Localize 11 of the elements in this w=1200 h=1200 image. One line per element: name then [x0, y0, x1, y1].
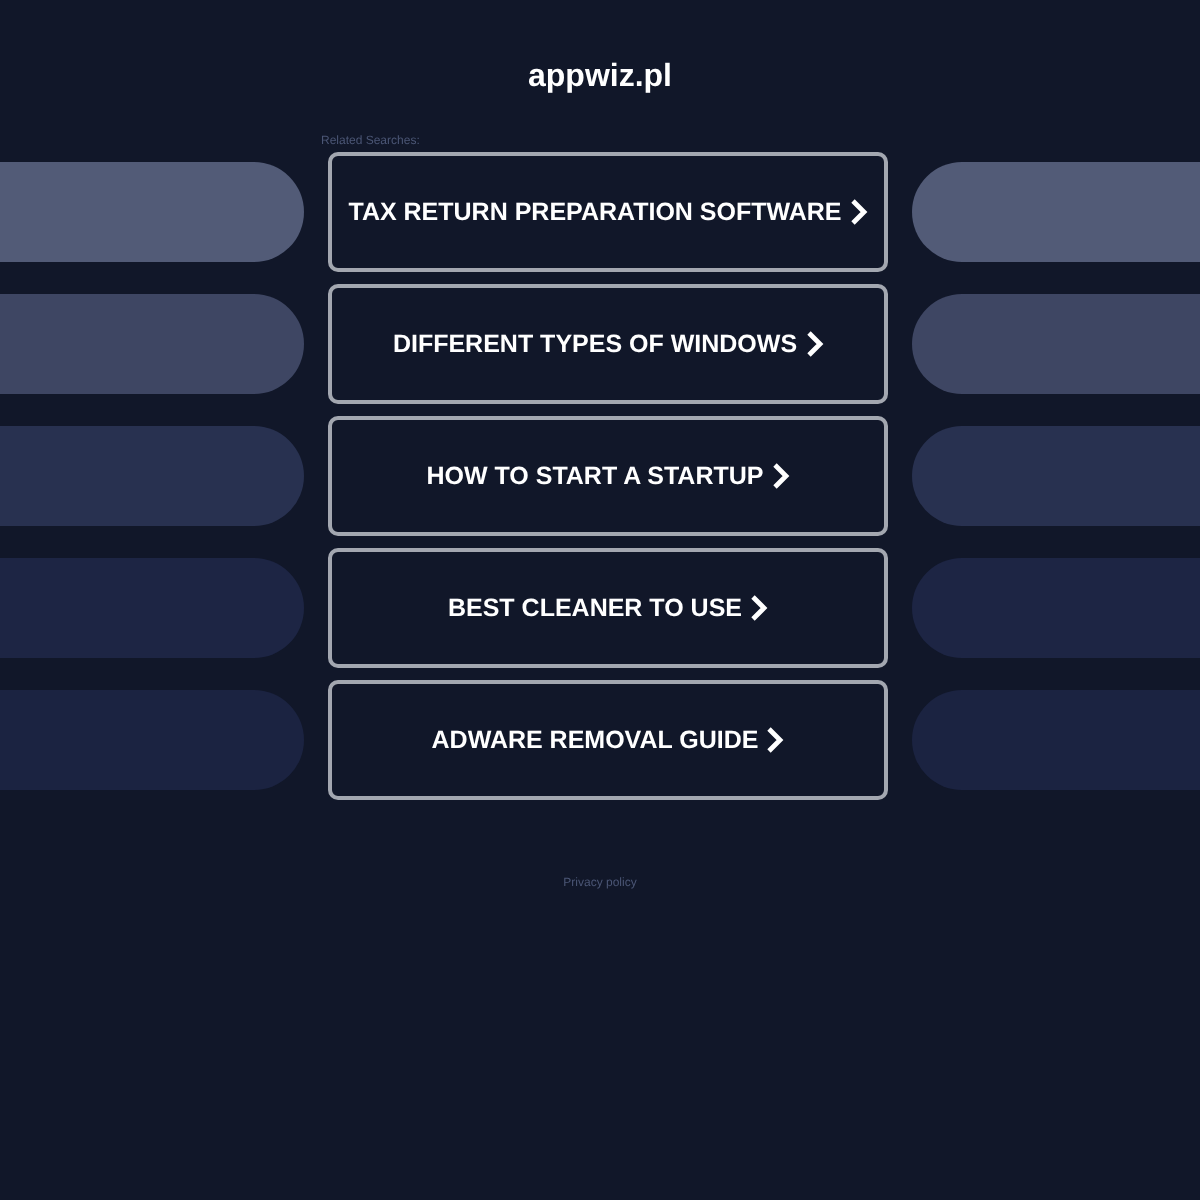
chevron-right-icon	[750, 594, 768, 622]
related-search-link[interactable]: HOW TO START A STARTUP	[328, 416, 888, 536]
chevron-right-icon	[805, 330, 824, 358]
site-title: appwiz.pl	[528, 58, 672, 98]
related-search-link[interactable]: ADWARE REMOVAL GUIDE	[328, 680, 888, 800]
related-search-link[interactable]: TAX RETURN PREPARATION SOFTWARE	[328, 152, 888, 272]
chevron-right-icon	[771, 462, 790, 490]
related-search-link[interactable]: BEST CLEANER TO USE	[328, 548, 888, 668]
chevron-right-icon	[766, 726, 785, 754]
related-search-link[interactable]: DIFFERENT TYPES OF WINDOWS	[328, 284, 888, 404]
chevron-right-icon	[849, 198, 868, 226]
